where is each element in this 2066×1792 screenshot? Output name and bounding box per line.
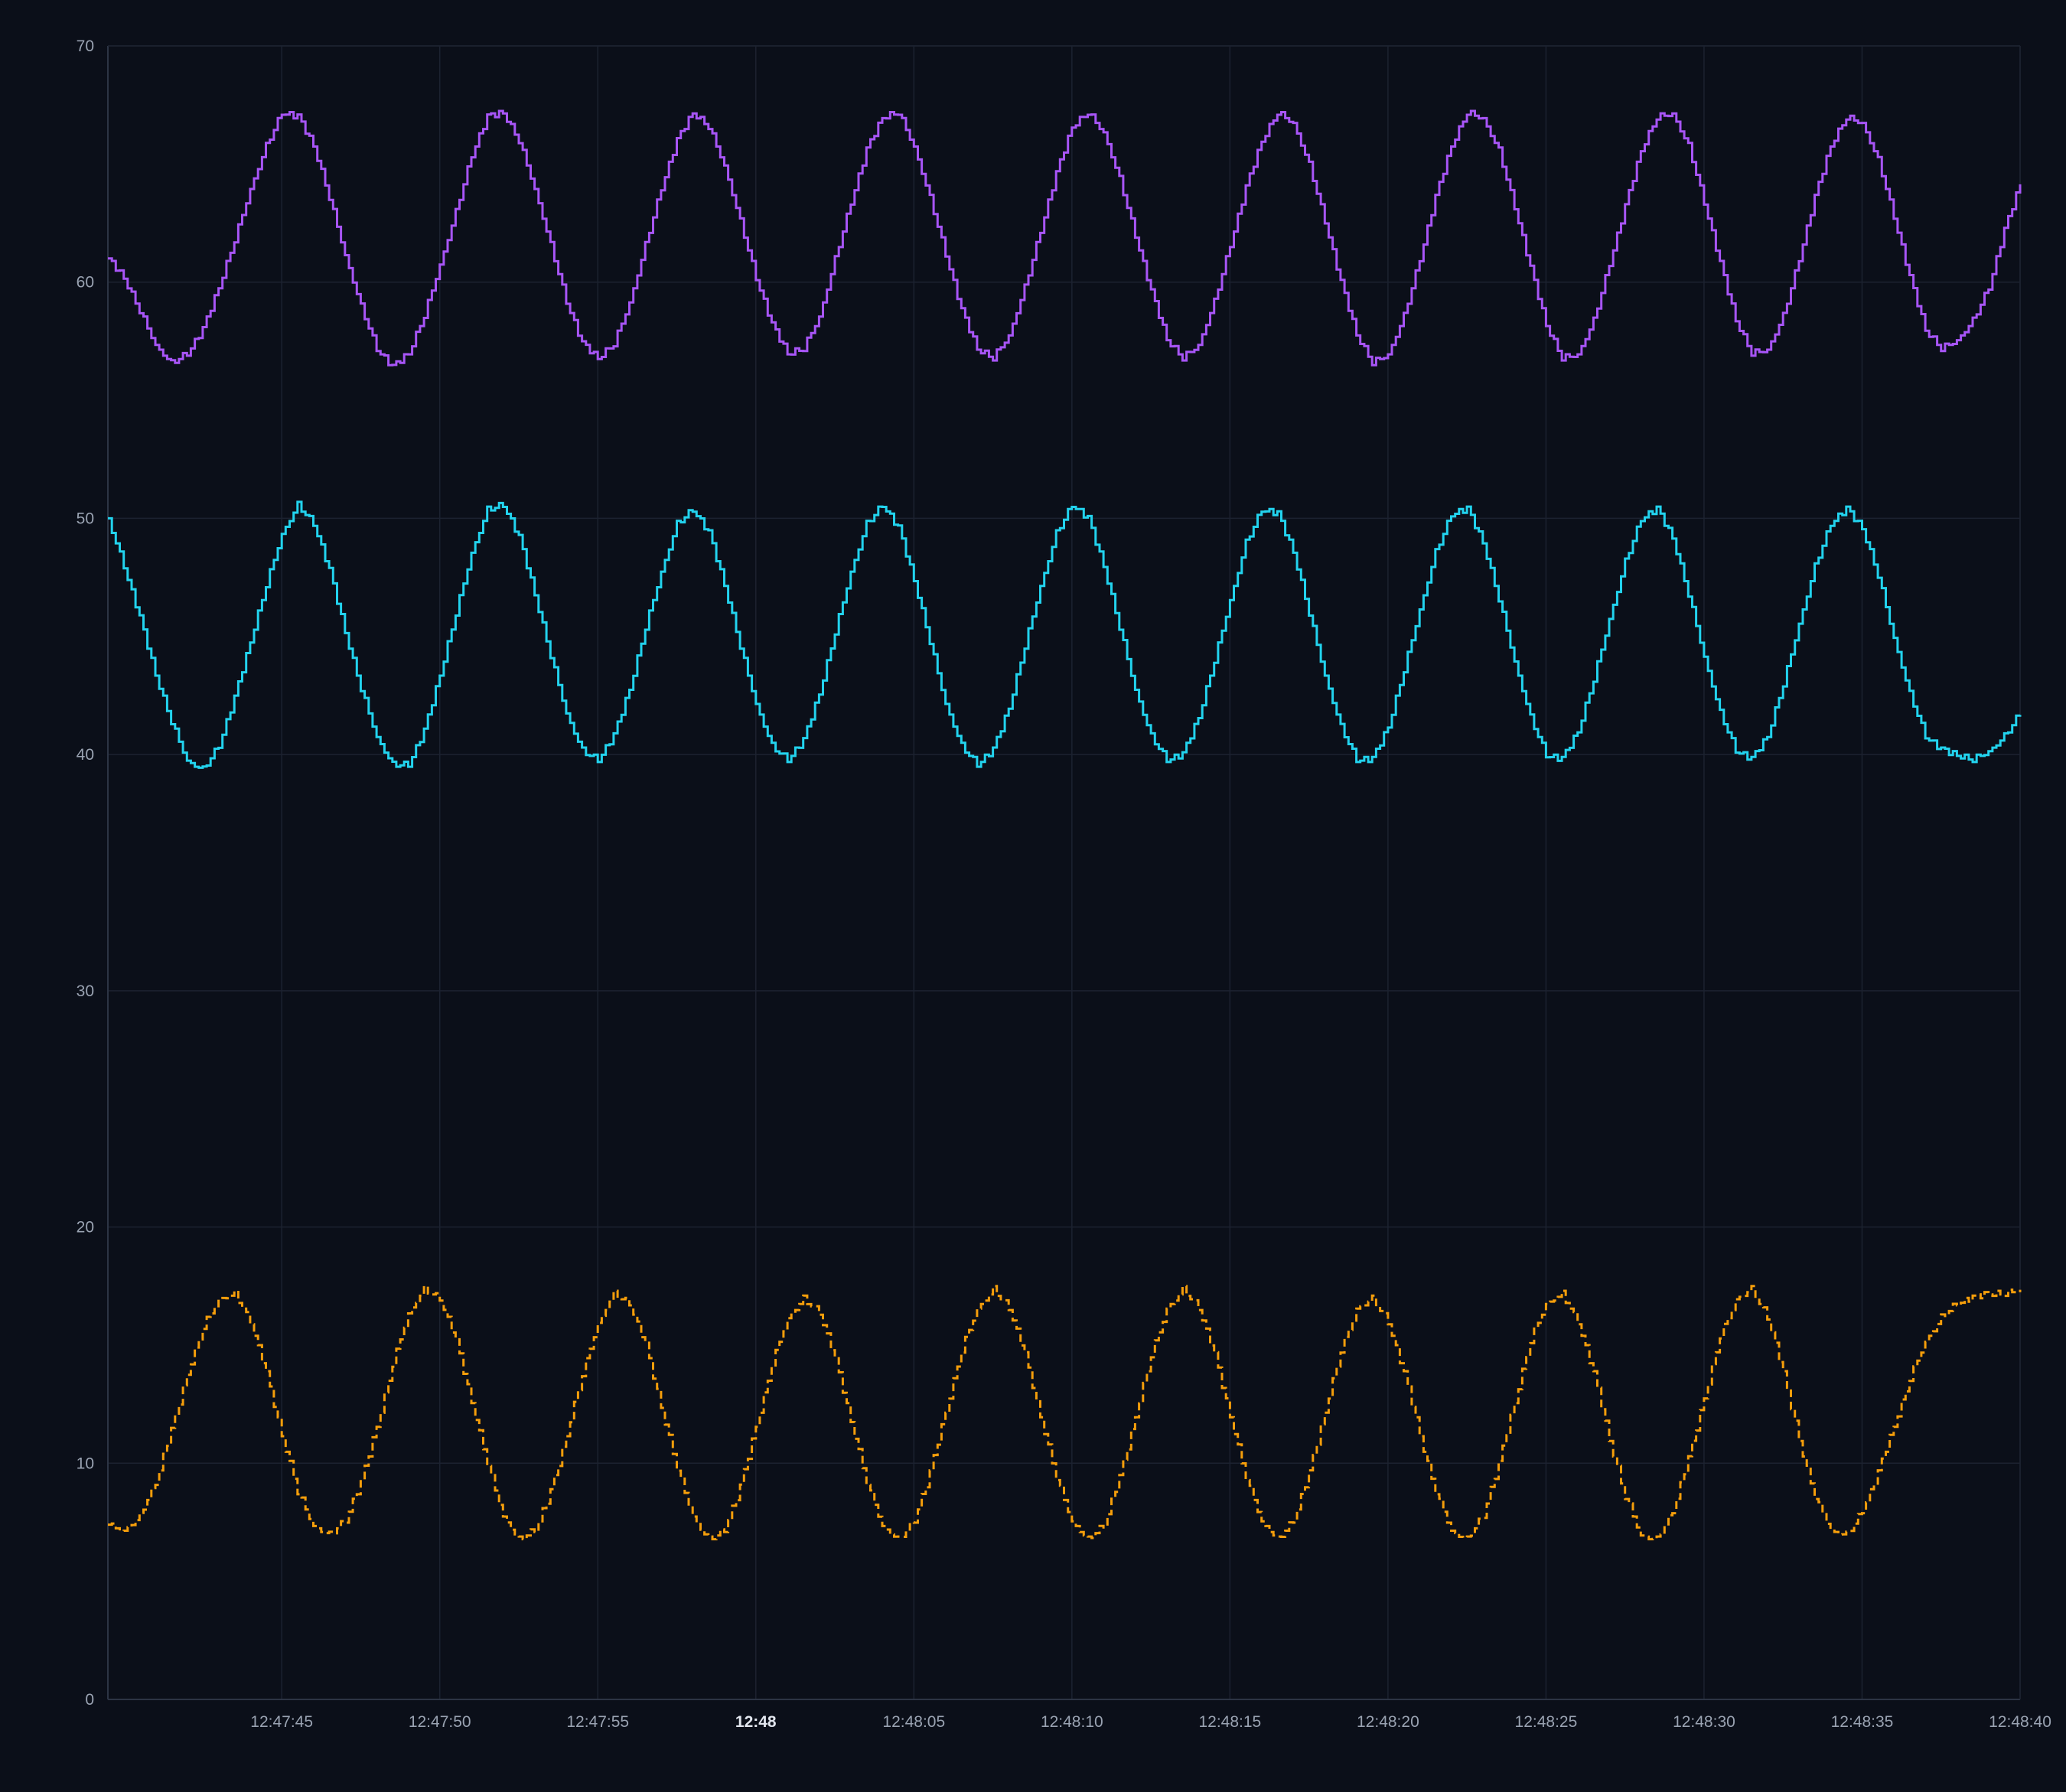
- y-tick-label: 20: [77, 1219, 94, 1236]
- y-tick-label: 60: [77, 274, 94, 292]
- chart-svg: 0 10 20 30 40 50 60 70 12:47:45 12:47:50 12:47:55…: [0, 0, 2066, 1792]
- x-tick-label: 12:48:20: [1357, 1713, 1419, 1731]
- x-tick-label: 12:48:05: [882, 1713, 945, 1731]
- x-tick-label: 12:47:55: [566, 1713, 629, 1731]
- x-tick-label: 12:48:10: [1041, 1713, 1103, 1731]
- y-tick-label: 10: [77, 1455, 94, 1472]
- y-tick-label: 50: [77, 510, 94, 527]
- y-tick-label: 70: [77, 37, 94, 55]
- x-tick-label: 12:48:35: [1831, 1713, 1894, 1731]
- x-tick-label: 12:47:50: [409, 1713, 471, 1731]
- x-tick-label: 12:48: [735, 1713, 777, 1731]
- x-tick-label: 12:48:25: [1515, 1713, 1578, 1731]
- y-tick-label: 30: [77, 982, 94, 1000]
- x-tick-label: 12:48:40: [1989, 1713, 2051, 1731]
- y-tick-label: 40: [77, 746, 94, 764]
- y-tick-label: 0: [85, 1691, 94, 1709]
- x-tick-label: 12:48:30: [1673, 1713, 1735, 1731]
- x-tick-label: 12:48:15: [1198, 1713, 1261, 1731]
- x-tick-label: 12:47:45: [250, 1713, 313, 1731]
- timeseries-chart: 0 10 20 30 40 50 60 70 12:47:45 12:47:50 12:47:55…: [0, 0, 2066, 1792]
